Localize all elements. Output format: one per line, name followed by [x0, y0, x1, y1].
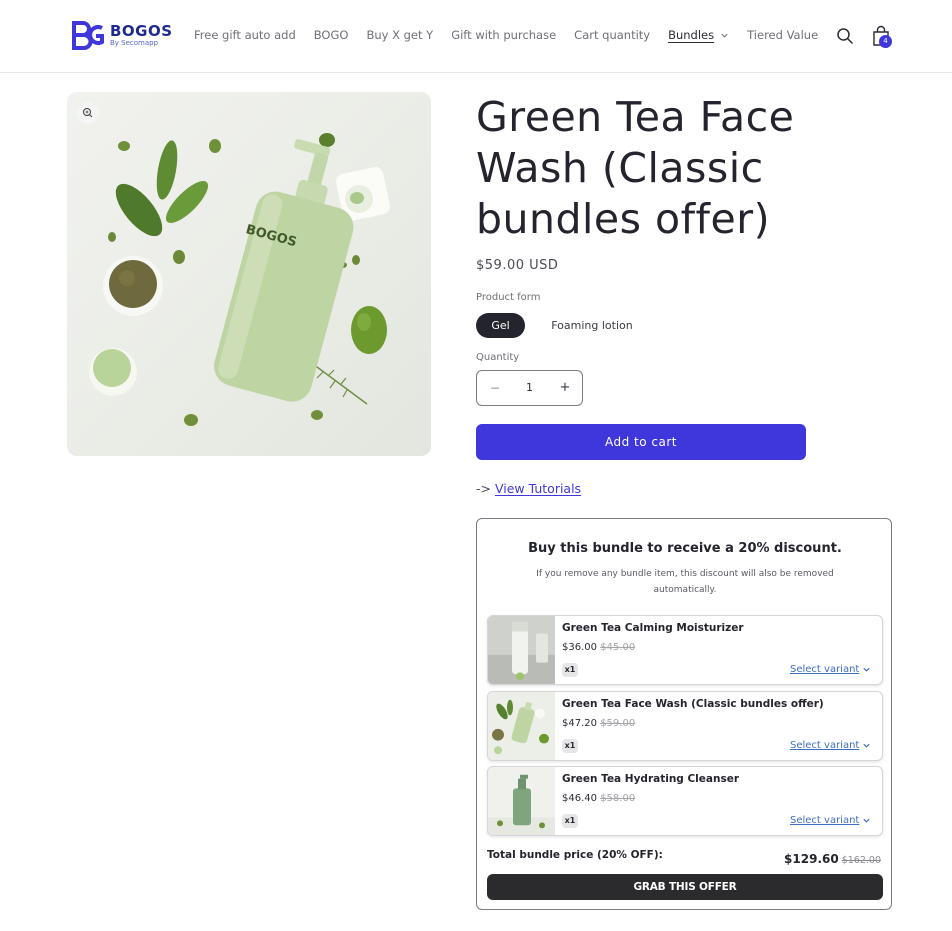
product-form-label: Product form	[476, 292, 541, 303]
nav-item-buy-x-get-y[interactable]: Buy X get Y	[366, 28, 433, 42]
product-price: $59.00 USD	[476, 258, 559, 273]
site-header: BOGOS By Secomapp Free gift auto add BOG…	[0, 0, 952, 73]
bundle-item-name: Green Tea Face Wash (Classic bundles off…	[562, 698, 824, 710]
bundle-item-original-price: $45.00	[600, 642, 636, 653]
bundle-item-quantity: x1	[562, 814, 578, 828]
quantity-increase-button[interactable]: +	[555, 378, 575, 398]
bundle-item-price: $46.40 $58.00	[562, 793, 635, 804]
tutorials-arrow: ->	[476, 481, 495, 496]
bundle-total-price: $129.60 $162.00	[784, 852, 881, 866]
bundle-item-original-price: $58.00	[600, 793, 636, 804]
quantity-input[interactable]: 1	[517, 378, 542, 398]
zoom-icon	[83, 108, 93, 118]
chevron-down-icon	[863, 667, 870, 672]
brand-name: BOGOS	[110, 21, 173, 40]
select-variant-label: Select variant	[790, 664, 860, 675]
bundle-item: Green Tea Hydrating Cleanser $46.40 $58.…	[487, 766, 883, 836]
bundle-item-name: Green Tea Hydrating Cleanser	[562, 773, 740, 785]
bundle-item-original-price: $59.00	[600, 718, 636, 729]
bundle-total-sale-price: $129.60	[784, 852, 839, 866]
product-image[interactable]: BOGOS	[67, 92, 431, 456]
chevron-down-icon	[721, 33, 728, 38]
bundle-item-sale-price: $46.40	[562, 793, 597, 804]
bundle-note: If you remove any bundle item, this disc…	[536, 569, 834, 595]
bundle-heading: Buy this bundle to receive a 20% discoun…	[528, 541, 842, 556]
nav-item-bundles[interactable]: Bundles	[668, 28, 729, 42]
bundle-item-sale-price: $47.20	[562, 718, 597, 729]
view-tutorials-link[interactable]: View Tutorials	[495, 481, 581, 496]
brand-logo[interactable]: BOGOS By Secomapp	[72, 19, 173, 51]
bundle-item-thumbnail	[488, 692, 555, 760]
bundle-item-price: $47.20 $59.00	[562, 718, 635, 729]
select-variant-link[interactable]: Select variant	[790, 664, 871, 675]
bundle-total-original-price: $162.00	[841, 855, 881, 866]
quantity-decrease-button[interactable]: −	[485, 378, 505, 398]
main-nav: Free gift auto add BOGO Buy X get Y Gift…	[194, 28, 836, 42]
bundle-item-quantity: x1	[562, 663, 578, 677]
nav-item-tiered-value[interactable]: Tiered Value	[747, 28, 818, 42]
nav-item-bundles-label: Bundles	[668, 28, 715, 42]
bundle-item-sale-price: $36.00	[562, 642, 597, 653]
add-to-cart-button[interactable]: Add to cart	[476, 424, 806, 460]
select-variant-label: Select variant	[790, 815, 860, 826]
bogos-logo-mark	[72, 21, 104, 50]
nav-item-cart-quantity[interactable]: Cart quantity	[574, 28, 650, 42]
bundle-item-price: $36.00 $45.00	[562, 642, 635, 653]
select-variant-link[interactable]: Select variant	[790, 815, 871, 826]
nav-item-bogo[interactable]: BOGO	[314, 28, 349, 42]
product-title: Green Tea Face Wash (Classic bundles off…	[476, 93, 795, 243]
quantity-label: Quantity	[476, 352, 520, 363]
quantity-stepper: − 1 +	[476, 370, 583, 406]
bundle-item-name: Green Tea Calming Moisturizer	[562, 622, 744, 634]
select-variant-link[interactable]: Select variant	[790, 740, 871, 751]
product-photo: BOGOS	[89, 133, 390, 426]
chevron-down-icon	[863, 818, 870, 823]
grab-offer-button[interactable]: GRAB THIS OFFER	[487, 874, 883, 900]
bundle-total-label: Total bundle price (20% OFF):	[487, 849, 663, 861]
variant-gel-button[interactable]: Gel	[476, 313, 525, 338]
chevron-down-icon	[863, 743, 870, 748]
bundle-item: Green Tea Face Wash (Classic bundles off…	[487, 691, 883, 761]
tutorials-line: -> View Tutorials	[476, 481, 581, 496]
bundle-offer-box: Buy this bundle to receive a 20% discoun…	[476, 518, 892, 910]
select-variant-label: Select variant	[790, 740, 860, 751]
bundle-item-thumbnail	[488, 767, 555, 835]
bundle-item-quantity: x1	[562, 739, 578, 753]
nav-item-free-gift[interactable]: Free gift auto add	[194, 28, 296, 42]
cart-count-badge: 4	[879, 35, 892, 48]
search-icon[interactable]	[836, 27, 854, 45]
bundle-item-thumbnail	[488, 616, 555, 684]
nav-item-gift-with-purchase[interactable]: Gift with purchase	[451, 28, 556, 42]
zoom-button[interactable]	[77, 102, 99, 124]
bundle-item: Green Tea Calming Moisturizer $36.00 $45…	[487, 615, 883, 685]
variant-foaming-lotion-button[interactable]: Foaming lotion	[537, 313, 647, 338]
brand-tagline: By Secomapp	[110, 38, 159, 47]
